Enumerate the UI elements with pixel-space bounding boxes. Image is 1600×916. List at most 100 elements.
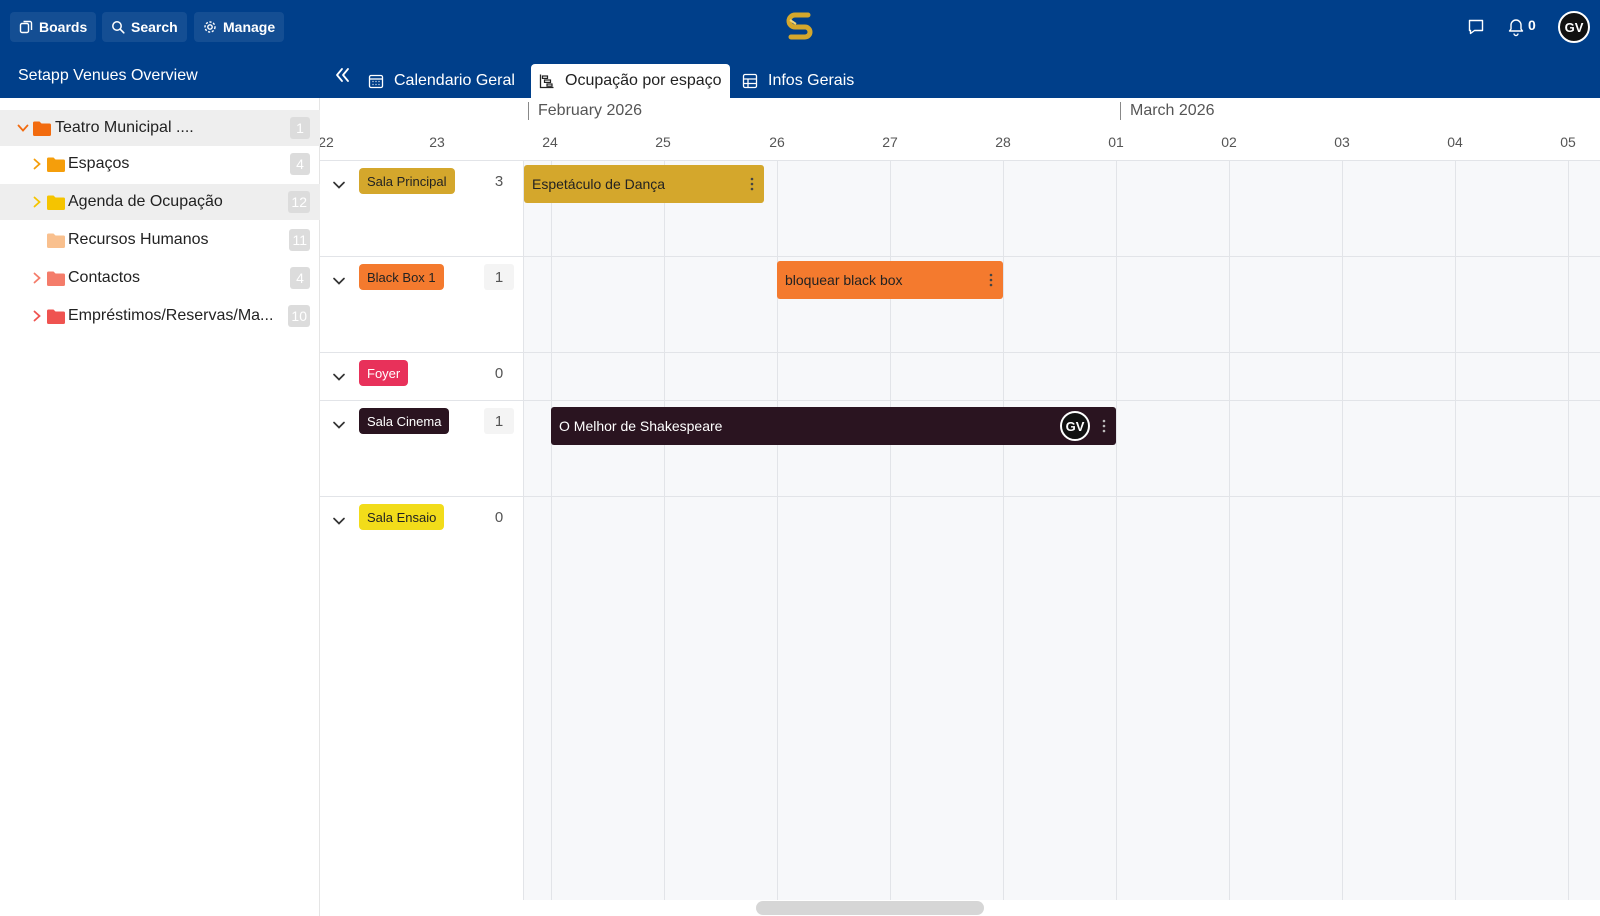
app-logo-icon[interactable] [786,12,814,42]
tab-calendario-geral[interactable]: Calendario Geral [360,64,523,98]
top-navigation-bar: Boards Search Manage 0 GV [0,0,1600,54]
item-count-badge: 1 [290,117,310,139]
sidebar-item-teatro-municipal[interactable]: Teatro Municipal .... 1 [0,110,320,146]
tab-label: Calendario Geral [394,72,515,89]
chevron-right-icon[interactable] [31,158,43,170]
grid-line [1568,160,1569,900]
chevron-right-icon[interactable] [31,272,43,284]
day-label: 22 [320,134,334,150]
space-tag[interactable]: Sala Principal [359,168,455,194]
space-row-sala-principal: Sala Principal 3 [320,160,523,256]
grid-line [551,160,552,900]
sidebar-item-label: Empréstimos/Reservas/Ma... [68,307,274,324]
space-tag[interactable]: Black Box 1 [359,264,444,290]
sidebar-item-espacos[interactable]: Espaços 4 [0,146,320,182]
calendar-icon [368,74,384,89]
folder-icon [47,233,65,248]
workspace-title: Setapp Venues Overview [18,67,198,84]
chevron-down-icon[interactable] [332,370,346,384]
folder-icon [47,271,65,286]
grid-line [1455,160,1456,900]
day-label: 02 [1221,134,1237,150]
bell-icon[interactable] [1506,17,1526,37]
more-options-icon[interactable] [750,177,754,191]
boards-icon [19,20,33,34]
sidebar-item-contactos[interactable]: Contactos 4 [0,260,320,296]
more-options-icon[interactable] [989,273,993,287]
grid-line [523,160,524,900]
sidebar-item-label: Espaços [68,155,130,172]
day-label: 03 [1334,134,1350,150]
user-avatar[interactable]: GV [1558,11,1590,43]
item-count-badge: 4 [290,267,310,289]
chevron-right-icon[interactable] [31,196,43,208]
day-label: 04 [1447,134,1463,150]
grid-line [1229,160,1230,900]
item-count-badge: 11 [289,229,310,251]
folder-icon [47,157,65,172]
event-title: bloquear black box [785,272,903,288]
space-row-sala-cinema: Sala Cinema 1 [320,400,523,496]
horizontal-scrollbar[interactable] [756,901,984,915]
day-label: 24 [542,134,558,150]
space-event-count: 1 [484,408,514,434]
timeline-grid[interactable] [523,160,1600,900]
event-bar[interactable]: bloquear black box [777,261,1003,299]
workspace-bar: Setapp Venues Overview Calendario Geral … [0,54,1600,98]
grid-line [664,160,665,900]
chevron-down-icon[interactable] [332,514,346,528]
item-count-badge: 12 [288,191,310,213]
space-event-count: 3 [494,172,504,190]
chevron-down-icon[interactable] [17,122,29,134]
folder-icon [47,309,65,324]
chevron-down-icon[interactable] [332,418,346,432]
folder-icon [33,121,51,136]
search-button[interactable]: Search [102,12,187,42]
event-bar[interactable]: Espetáculo de Dança [524,165,764,203]
space-tag[interactable]: Sala Cinema [359,408,450,434]
sidebar-item-recursos-humanos[interactable]: Recursos Humanos 11 [0,222,320,258]
space-event-count: 0 [494,508,504,526]
gantt-icon [539,74,554,89]
month-header: February 2026 [528,102,642,120]
month-header: March 2026 [1120,102,1215,120]
table-icon [742,73,758,89]
search-label: Search [131,19,178,35]
manage-label: Manage [223,19,276,35]
tab-ocupacao-por-espaco[interactable]: Ocupação por espaço [531,64,730,98]
tab-infos-gerais[interactable]: Infos Gerais [734,64,862,98]
assignee-avatar[interactable]: GV [1060,411,1090,441]
folder-icon [47,195,65,210]
space-row-sala-ensaio: Sala Ensaio 0 [320,496,523,592]
space-event-count: 1 [484,264,514,290]
sidebar-item-label: Contactos [68,269,141,286]
chevron-down-icon[interactable] [332,178,346,192]
space-tag[interactable]: Sala Ensaio [359,504,445,530]
grid-line [1116,160,1117,900]
more-options-icon[interactable] [1102,419,1106,433]
day-label: 01 [1108,134,1124,150]
day-label: 26 [769,134,785,150]
day-label: 28 [995,134,1011,150]
boards-button[interactable]: Boards [10,12,97,42]
day-label: 05 [1560,134,1576,150]
chevron-down-icon[interactable] [332,274,346,288]
item-count-badge: 10 [288,305,310,327]
day-label: 23 [429,134,445,150]
sidebar-item-label: Teatro Municipal .... [55,119,194,136]
grid-line [1003,160,1004,900]
gear-icon [204,21,216,33]
space-tag[interactable]: Foyer [359,360,409,386]
sidebar-item-agenda-de-ocupacao[interactable]: Agenda de Ocupação 12 [0,184,320,220]
collapse-sidebar-icon[interactable] [332,65,352,85]
day-label: 27 [882,134,898,150]
grid-line [1342,160,1343,900]
item-count-badge: 4 [290,153,310,175]
sidebar-item-emprestimos[interactable]: Empréstimos/Reservas/Ma... 10 [0,298,320,334]
tab-label: Infos Gerais [768,72,855,89]
event-bar[interactable]: O Melhor de Shakespeare GV [551,407,1116,445]
space-row-foyer: Foyer 0 [320,352,523,400]
manage-button[interactable]: Manage [194,12,285,42]
chat-icon[interactable] [1466,17,1486,37]
chevron-right-icon[interactable] [31,310,43,322]
